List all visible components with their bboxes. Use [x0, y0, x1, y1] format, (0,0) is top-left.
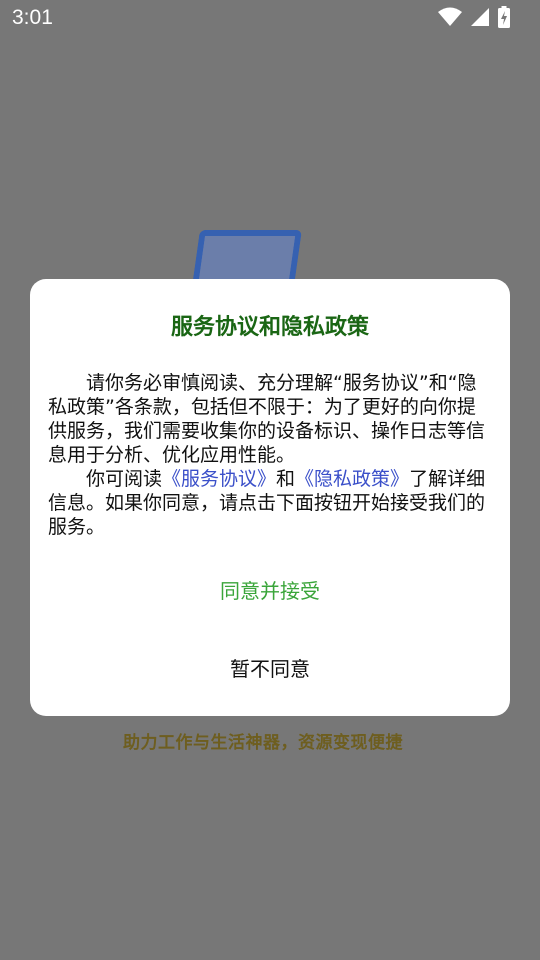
- privacy-policy-link[interactable]: 《隐私政策》: [295, 468, 409, 490]
- status-bar: 3:01: [0, 0, 540, 36]
- privacy-dialog: 服务协议和隐私政策 请你务必审慎阅读、充分理解“服务协议”和“隐私政策”各条款，…: [30, 279, 510, 716]
- status-time: 3:01: [12, 6, 53, 29]
- dialog-paragraph-2: 你可阅读《服务协议》和《隐私政策》了解详细信息。如果你同意，请点击下面按钮开始接…: [48, 467, 494, 539]
- accept-button[interactable]: 同意并接受: [30, 575, 510, 604]
- dialog-title: 服务协议和隐私政策: [170, 315, 369, 340]
- decline-button[interactable]: 暂不同意: [30, 653, 510, 682]
- signal-icon: [471, 8, 489, 26]
- battery-charging-icon: [498, 6, 510, 28]
- dialog-paragraph-1: 请你务必审慎阅读、充分理解“服务协议”和“隐私政策”各条款，包括但不限于：为了更…: [48, 372, 486, 466]
- dialog-body: 请你务必审慎阅读、充分理解“服务协议”和“隐私政策”各条款，包括但不限于：为了更…: [48, 371, 494, 539]
- splash-phone-illustration: [192, 230, 302, 286]
- paragraph-2-prefix: 你可阅读: [86, 468, 163, 490]
- service-agreement-link[interactable]: 《服务协议》: [162, 468, 276, 490]
- paragraph-2-and: 和: [276, 468, 296, 490]
- status-icons: [438, 6, 510, 28]
- splash-slogan: 助力工作与生活神器，资源变现便捷: [123, 733, 403, 753]
- wifi-icon: [438, 7, 462, 26]
